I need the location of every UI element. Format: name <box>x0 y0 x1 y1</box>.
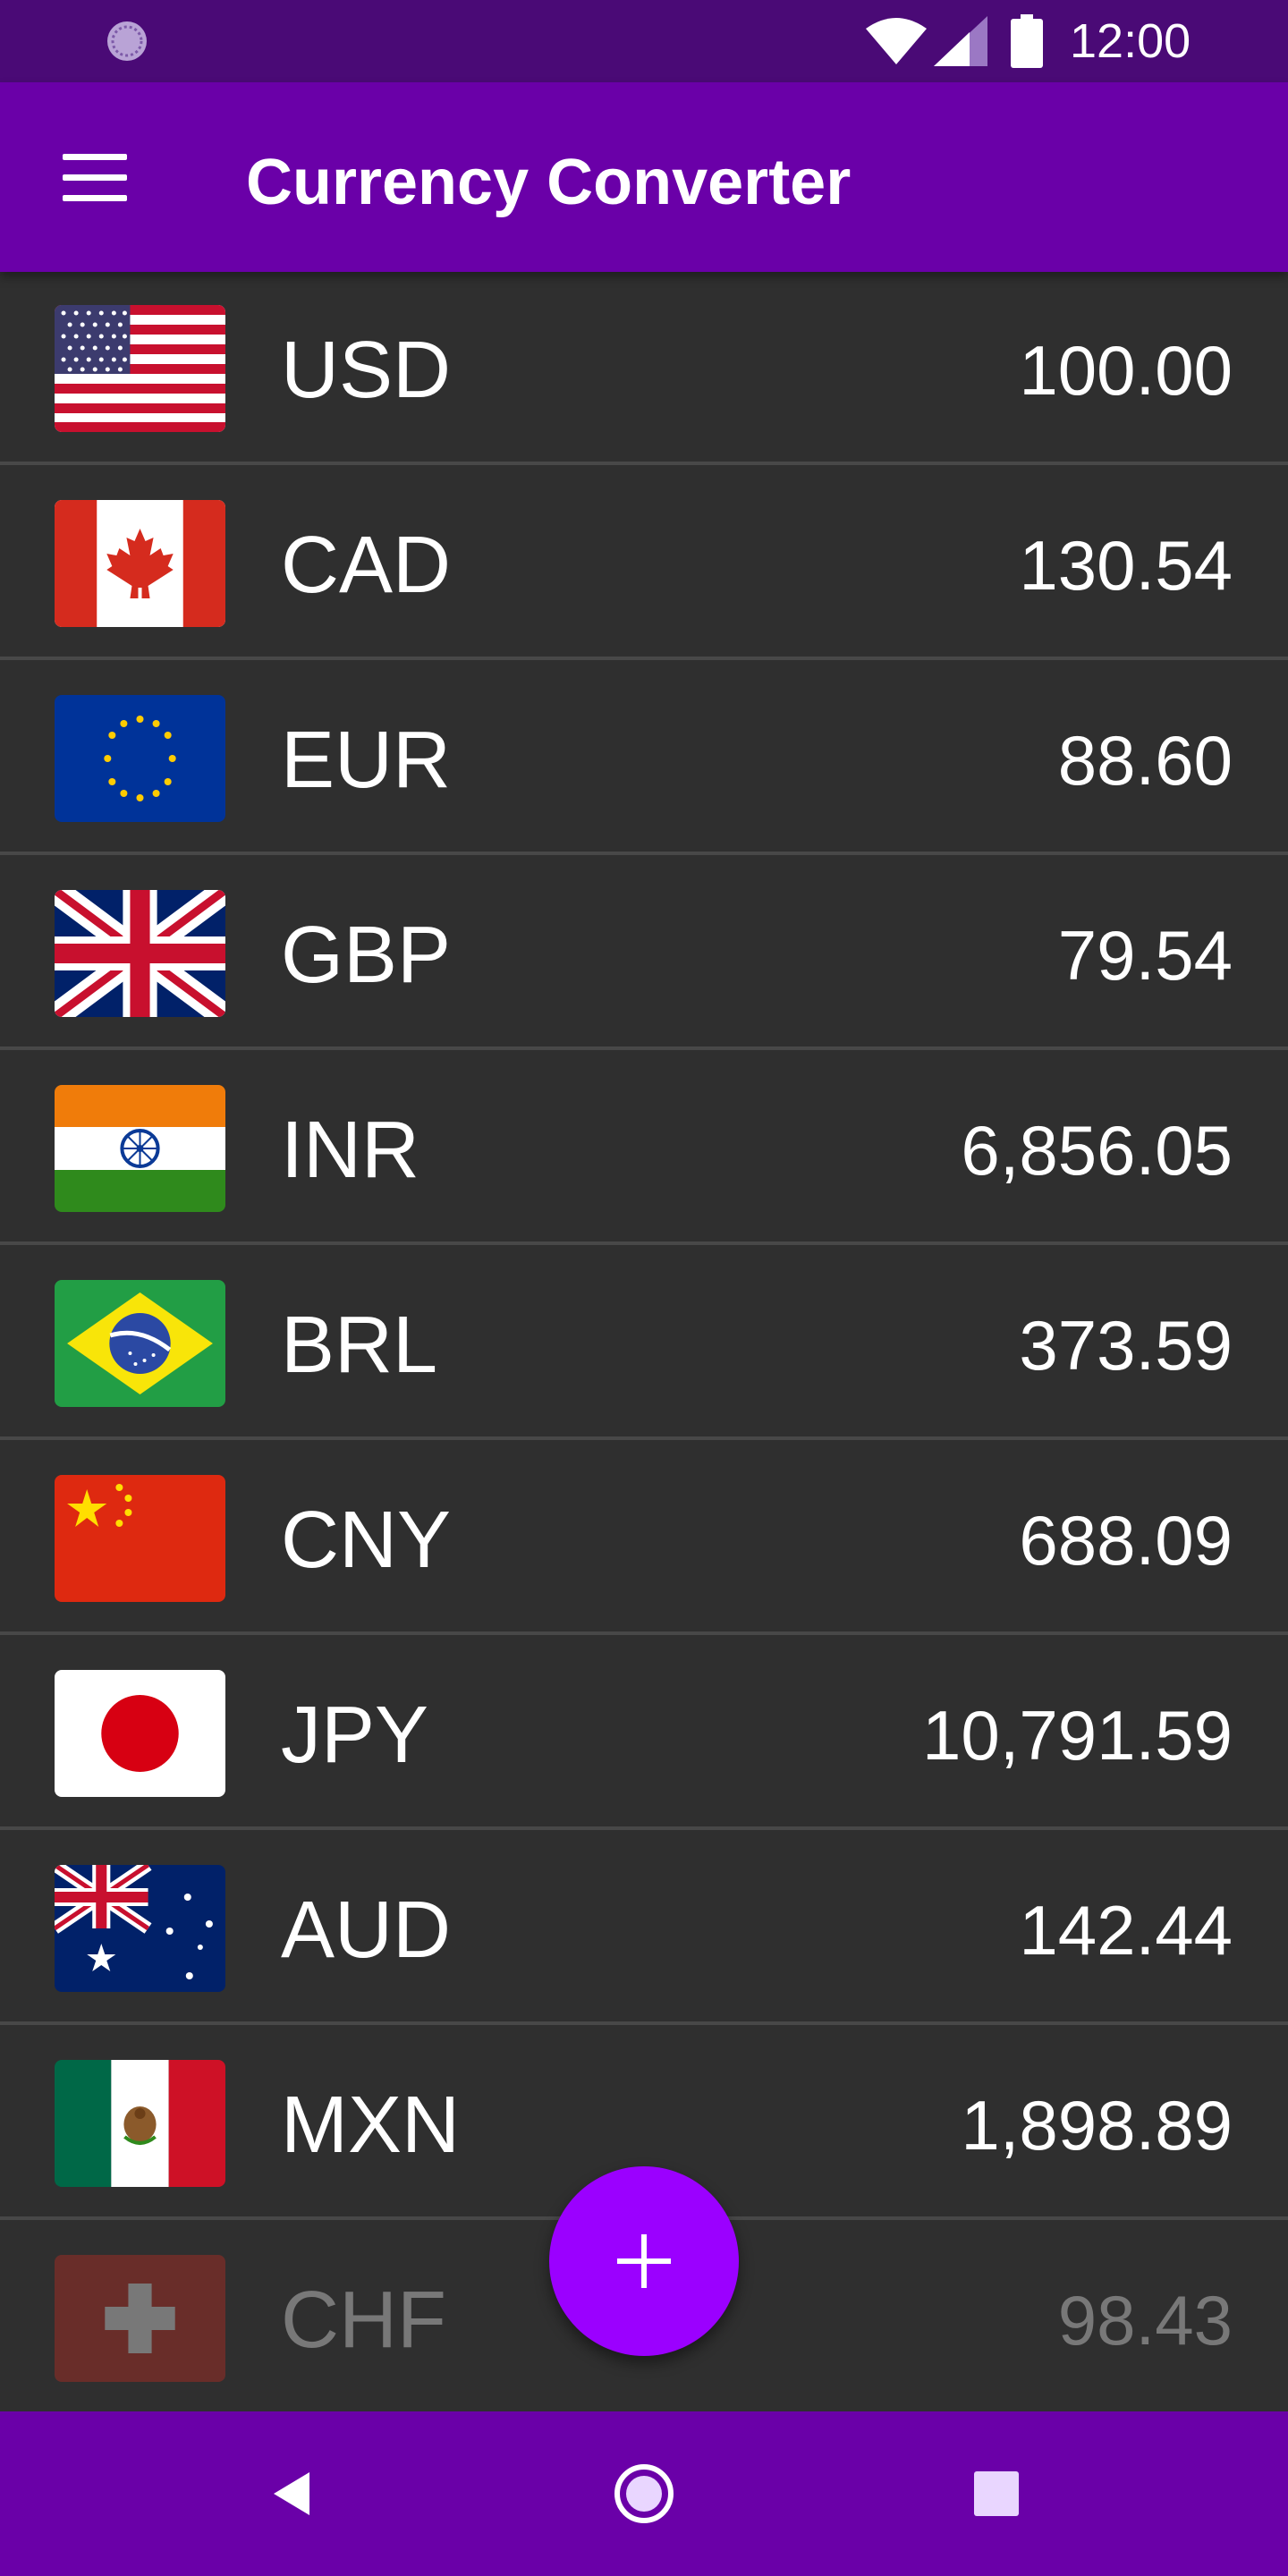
currency-amount[interactable]: 79.54 <box>1058 909 1233 1002</box>
brazil-flag-icon <box>55 1280 225 1407</box>
india-flag-icon <box>55 1085 225 1212</box>
sync-icon <box>107 21 147 61</box>
currency-code: USD <box>281 326 452 415</box>
currency-amount[interactable]: 100.00 <box>1019 324 1233 417</box>
currency-code: JPY <box>281 1690 429 1780</box>
japan-flag-icon <box>55 1670 225 1797</box>
add-currency-button[interactable] <box>549 2166 739 2356</box>
home-icon[interactable] <box>608 2458 680 2529</box>
currency-amount[interactable]: 6,856.05 <box>961 1104 1233 1197</box>
currency-code: INR <box>281 1106 419 1195</box>
currency-row-cny[interactable]: CNY 688.09 <box>0 1442 1288 1635</box>
currency-code: GBP <box>281 911 452 1000</box>
navigation-bar <box>0 2411 1288 2576</box>
canada-flag-icon <box>55 500 225 627</box>
australia-flag-icon <box>55 1865 225 1992</box>
currency-row-usd[interactable]: USD 100.00 <box>0 272 1288 465</box>
currency-amount[interactable]: 373.59 <box>1019 1299 1233 1392</box>
mexico-flag-icon <box>55 2060 225 2187</box>
us-flag-icon <box>55 305 225 432</box>
eu-flag-icon <box>55 695 225 822</box>
currency-code: AUD <box>281 1885 452 1975</box>
currency-amount[interactable]: 1,898.89 <box>961 2079 1233 2172</box>
currency-row-eur[interactable]: EUR 88.60 <box>0 662 1288 855</box>
currency-code: CNY <box>281 1496 452 1585</box>
back-icon[interactable] <box>258 2458 329 2529</box>
currency-row-brl[interactable]: BRL 373.59 <box>0 1247 1288 1440</box>
currency-row-jpy[interactable]: JPY 10,791.59 <box>0 1637 1288 1830</box>
currency-amount[interactable]: 88.60 <box>1058 714 1233 807</box>
currency-amount[interactable]: 98.43 <box>1058 2274 1233 2367</box>
hamburger-menu-icon[interactable] <box>52 141 138 213</box>
currency-row-gbp[interactable]: GBP 79.54 <box>0 857 1288 1050</box>
currency-row-cad[interactable]: CAD 130.54 <box>0 467 1288 660</box>
currency-code: CHF <box>281 2275 446 2365</box>
currency-code: EUR <box>281 716 452 805</box>
status-time: 12:00 <box>1070 14 1191 68</box>
currency-code: CAD <box>281 521 452 610</box>
recents-icon[interactable] <box>961 2458 1032 2529</box>
currency-amount[interactable]: 10,791.59 <box>922 1689 1233 1782</box>
currency-amount[interactable]: 688.09 <box>1019 1494 1233 1587</box>
china-flag-icon <box>55 1475 225 1602</box>
uk-flag-icon <box>55 890 225 1017</box>
status-bar: 12:00 <box>0 0 1288 82</box>
plus-icon <box>617 2234 671 2288</box>
currency-amount[interactable]: 130.54 <box>1019 519 1233 612</box>
switzerland-flag-icon <box>55 2255 225 2382</box>
signal-icon <box>934 16 987 66</box>
page-title: Currency Converter <box>246 147 852 218</box>
currency-code: BRL <box>281 1301 438 1390</box>
currency-amount[interactable]: 142.44 <box>1019 1884 1233 1977</box>
currency-list: USD 100.00 CAD 130.54 EUR 88.60 GBP 79.5… <box>0 272 1288 2411</box>
wifi-icon <box>866 18 927 64</box>
battery-icon <box>1011 14 1043 68</box>
currency-row-inr[interactable]: INR 6,856.05 <box>0 1052 1288 1245</box>
currency-row-aud[interactable]: AUD 142.44 <box>0 1832 1288 2025</box>
currency-code: MXN <box>281 2080 460 2170</box>
app-bar: Currency Converter <box>0 82 1288 272</box>
